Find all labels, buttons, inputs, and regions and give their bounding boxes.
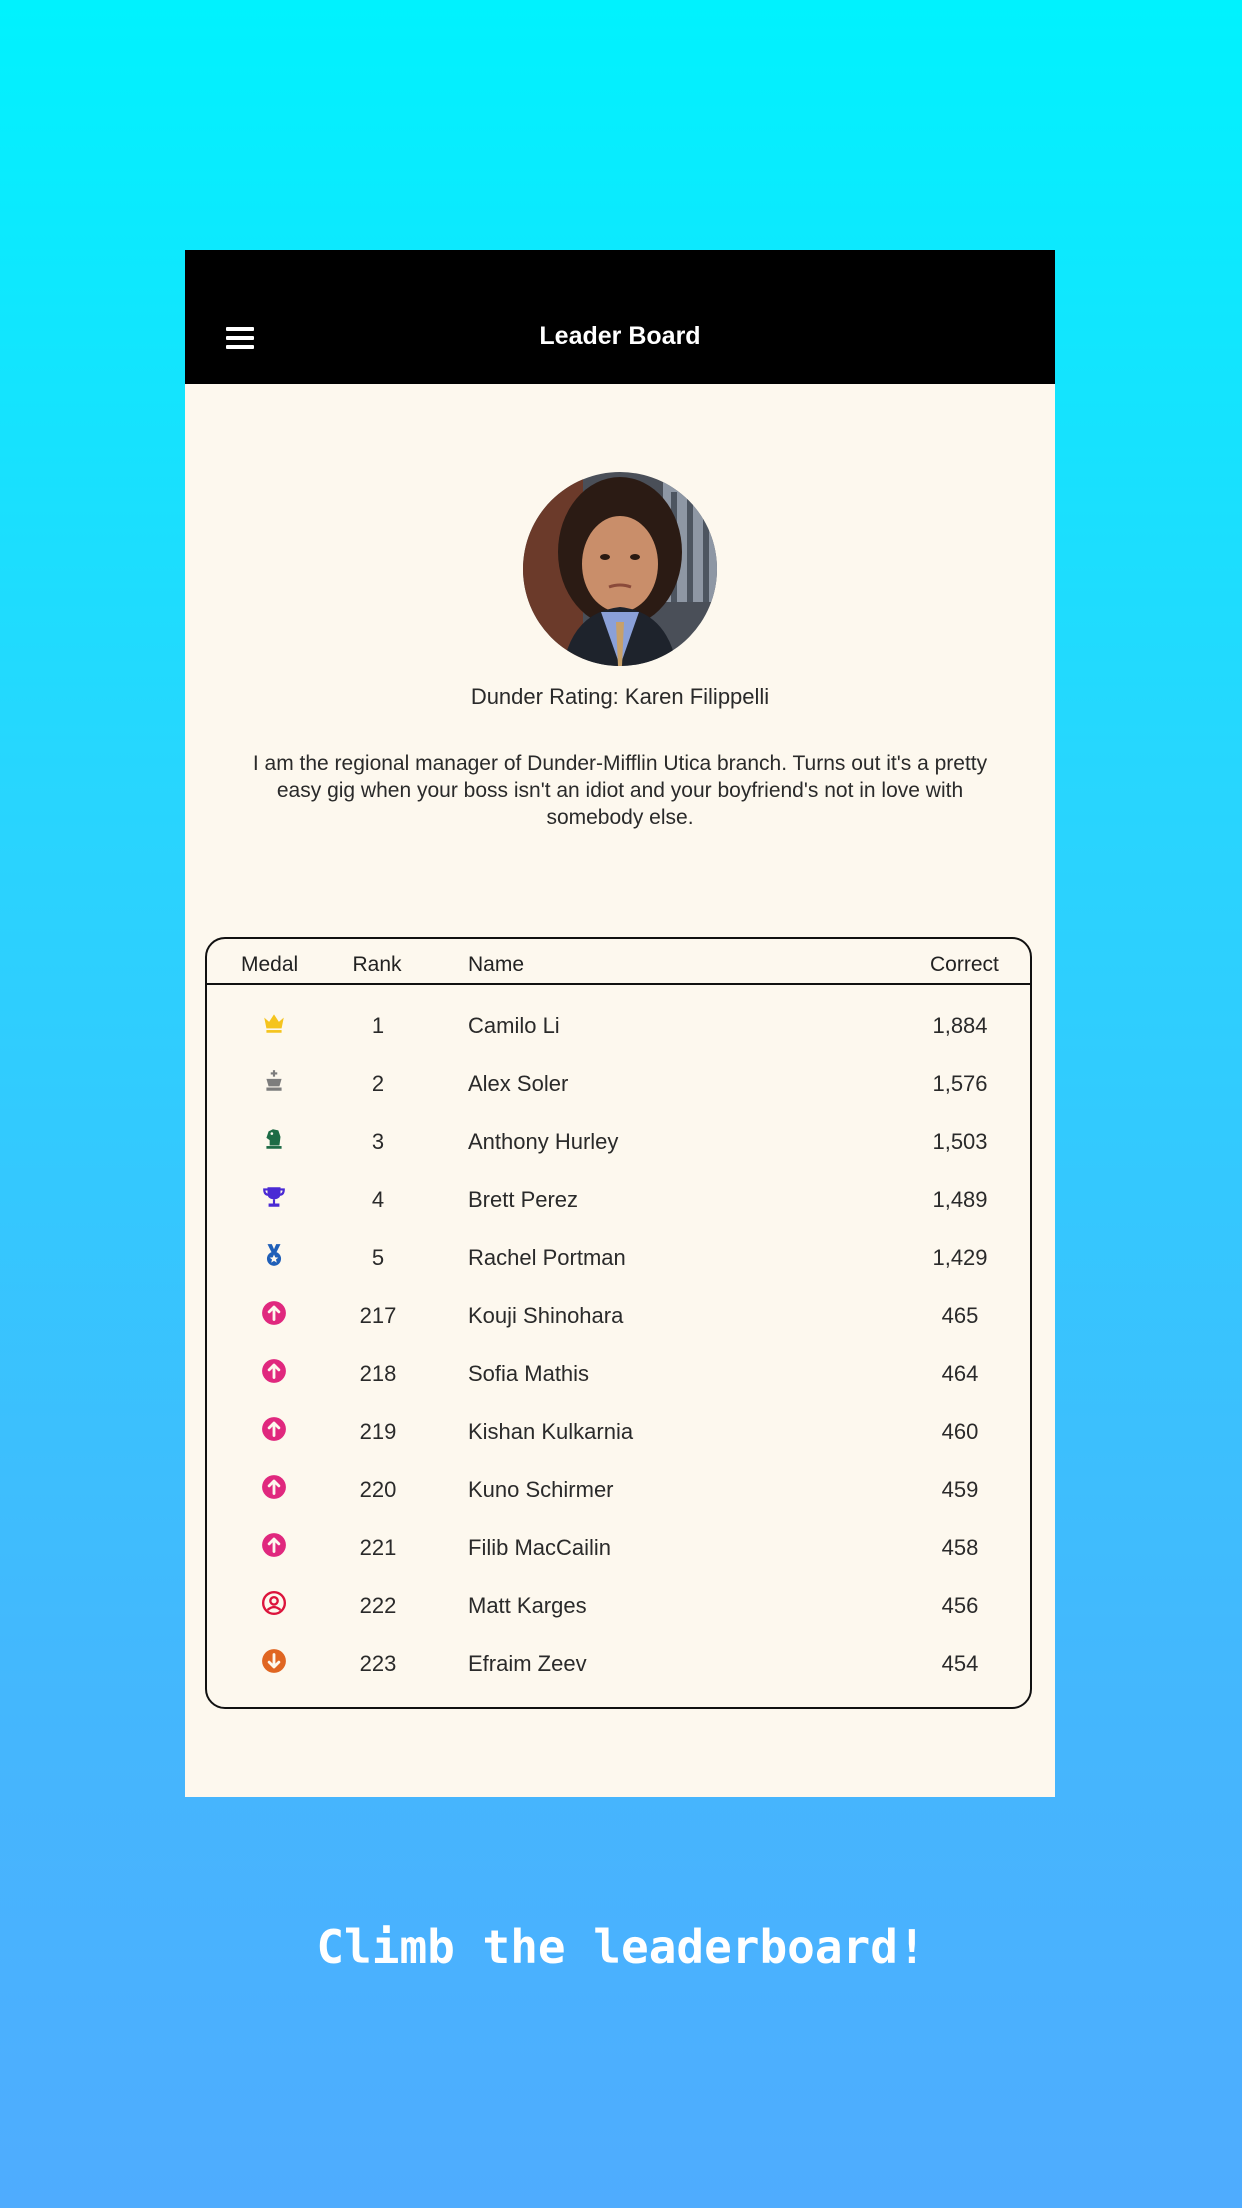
- player-name: Anthony Hurley: [468, 1129, 619, 1154]
- leaderboard-row[interactable]: 2 Alex Soler 1,576: [207, 1054, 1030, 1112]
- player-name: Efraim Zeev: [468, 1651, 587, 1676]
- arrow-down-circle-icon: [247, 1648, 301, 1680]
- player-name: Camilo Li: [468, 1013, 560, 1038]
- leaderboard-row[interactable]: 218 Sofia Mathis 464: [207, 1344, 1030, 1402]
- correct-count: 465: [941, 1303, 979, 1328]
- page-title: Leader Board: [539, 322, 701, 350]
- rank-cell: 5: [371, 1245, 385, 1270]
- arrow-up-circle-icon: [247, 1532, 301, 1564]
- arrow-up-circle-icon: [247, 1358, 301, 1390]
- chess-king-icon: [247, 1068, 301, 1100]
- correct-count: 1,503: [932, 1129, 988, 1154]
- column-header-medal: Medal: [241, 953, 299, 976]
- app-bar: Leader Board: [185, 250, 1055, 384]
- leaderboard-row[interactable]: 5 Rachel Portman 1,429: [207, 1228, 1030, 1286]
- arrow-up-circle-icon: [247, 1416, 301, 1448]
- dunder-rating-label: Dunder Rating: Karen Filippelli: [470, 684, 770, 709]
- correct-count: 1,884: [932, 1013, 988, 1038]
- tagline: Climb the leaderboard!: [316, 1920, 926, 1974]
- rank-cell: 217: [359, 1303, 397, 1328]
- leaderboard-table: Medal Rank Name Correct 1 Camilo Li 1,884 2…: [205, 937, 1032, 1709]
- leaderboard-row[interactable]: 223 Efraim Zeev 454: [207, 1634, 1030, 1692]
- correct-count: 454: [941, 1651, 979, 1676]
- correct-count: 456: [941, 1593, 979, 1618]
- player-name: Brett Perez: [468, 1187, 579, 1212]
- arrow-up-circle-icon: [247, 1474, 301, 1506]
- leaderboard-row[interactable]: 222 Matt Karges 456: [207, 1576, 1030, 1634]
- column-header-rank: Rank: [352, 953, 402, 976]
- leaderboard-row[interactable]: 3 Anthony Hurley 1,503: [207, 1112, 1030, 1170]
- leaderboard-row[interactable]: 1 Camilo Li 1,884: [207, 996, 1030, 1054]
- leaderboard-row[interactable]: 220 Kuno Schirmer 459: [207, 1460, 1030, 1518]
- player-name: Sofia Mathis: [468, 1361, 590, 1386]
- leaderboard-row[interactable]: 221 Filib MacCailin 458: [207, 1518, 1030, 1576]
- chess-knight-icon: [247, 1126, 301, 1158]
- leaderboard-row[interactable]: 217 Kouji Shinohara 465: [207, 1286, 1030, 1344]
- player-name: Kouji Shinohara: [468, 1303, 624, 1328]
- correct-count: 464: [941, 1361, 979, 1386]
- leaderboard-row[interactable]: 219 Kishan Kulkarnia 460: [207, 1402, 1030, 1460]
- correct-count: 460: [941, 1419, 979, 1444]
- rank-cell: 2: [371, 1071, 385, 1096]
- player-name: Alex Soler: [468, 1071, 569, 1096]
- rank-cell: 1: [371, 1013, 385, 1038]
- rank-cell: 4: [371, 1187, 385, 1212]
- profile-bio: I am the regional manager of Dunder-Miff…: [252, 752, 988, 829]
- column-header-name: Name: [468, 953, 525, 976]
- leaderboard-row[interactable]: 4 Brett Perez 1,489: [207, 1170, 1030, 1228]
- rank-cell: 220: [359, 1477, 397, 1502]
- correct-count: 458: [941, 1535, 979, 1560]
- rank-cell: 222: [359, 1593, 397, 1618]
- trophy-icon: [247, 1184, 301, 1216]
- crown-icon: [247, 1010, 301, 1042]
- correct-count: 1,429: [932, 1245, 988, 1270]
- player-name: Kuno Schirmer: [468, 1477, 614, 1502]
- rank-cell: 219: [359, 1419, 397, 1444]
- leaderboard-header: Medal Rank Name Correct: [207, 939, 1030, 985]
- app-screen: Leader Board Dunder Rating: Karen Filipp…: [185, 250, 1055, 1797]
- player-name: Rachel Portman: [468, 1245, 626, 1270]
- rank-cell: 221: [359, 1535, 397, 1560]
- arrow-up-circle-icon: [247, 1300, 301, 1332]
- rank-cell: 218: [359, 1361, 397, 1386]
- avatar: [523, 472, 717, 666]
- rank-cell: 223: [359, 1651, 397, 1676]
- column-header-correct: Correct: [930, 953, 999, 976]
- player-name: Kishan Kulkarnia: [468, 1419, 634, 1444]
- correct-count: 1,576: [932, 1071, 988, 1096]
- user-circle-icon: [247, 1590, 301, 1622]
- correct-count: 459: [941, 1477, 979, 1502]
- player-name: Matt Karges: [468, 1593, 587, 1618]
- rank-cell: 3: [371, 1129, 385, 1154]
- player-name: Filib MacCailin: [468, 1535, 612, 1560]
- medal-icon: [247, 1242, 301, 1274]
- correct-count: 1,489: [932, 1187, 988, 1212]
